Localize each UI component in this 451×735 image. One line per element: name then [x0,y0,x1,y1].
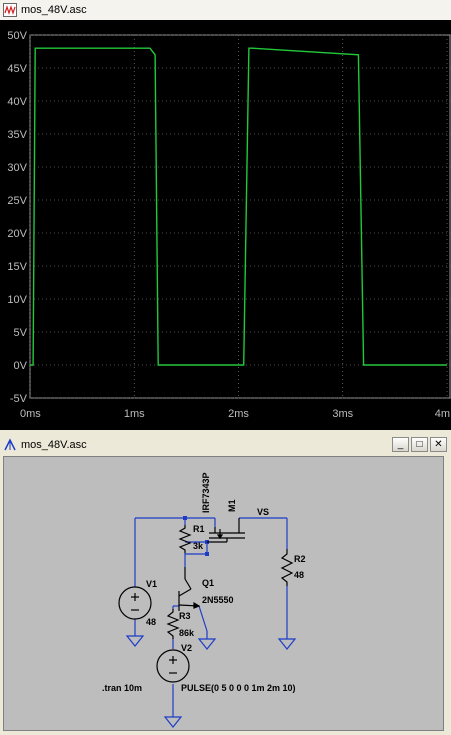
ground-symbol [163,716,183,728]
window-controls: _ □ ✕ [392,437,447,452]
waveform-icon [3,3,17,17]
y-tick-label: -5V [10,393,28,405]
vs-net-label: VS [257,507,269,517]
maximize-icon: □ [416,438,423,450]
q1-name-label: Q1 [202,578,214,588]
v1-name-label: V1 [146,579,157,589]
schematic-drawing[interactable]: IRF7343P M1 VS R1 3k V1 48 Q1 2N5550 R2 … [4,457,443,730]
schematic-window-title: mos_48V.asc [21,439,87,451]
y-tick-label: 45V [7,63,27,75]
y-tick-label: 50V [7,30,27,42]
tran-directive[interactable]: .tran 10m [102,683,142,693]
y-tick-label: 35V [7,129,27,141]
plot-window-title: mos_48V.asc [21,4,87,16]
plot-title-bar[interactable]: mos_48V.asc [0,0,451,21]
close-icon: ✕ [434,438,443,450]
v1-value-label: 48 [146,617,156,627]
r1-name-label: R1 [193,524,205,534]
y-tick-label: 20V [7,228,27,240]
resistor-r3[interactable] [166,609,180,639]
q1-part-label: 2N5550 [202,595,234,605]
y-tick-label: 25V [7,195,27,207]
schematic-window: mos_48V.asc _ □ ✕ IRF7343P M1 VS R1 3k V… [0,430,451,735]
r3-value-label: 86k [179,628,195,638]
maximize-button[interactable]: □ [411,437,428,452]
resistor-r2[interactable] [280,549,294,586]
wire [198,605,208,632]
y-tick-label: 5V [14,327,28,339]
m1-part-label: IRF7343P [201,472,211,513]
mosfet-m1[interactable] [207,518,245,543]
y-tick-label: 15V [7,261,27,273]
transistor-q1[interactable] [178,567,201,611]
waveform-chart[interactable]: 50V 45V 40V 35V 30V 25V 20V 15V 10V 5V 0V -5V 0ms 1ms… [0,20,451,430]
x-tick-label: 0ms [20,408,41,420]
r1-value-label: 3k [193,541,204,551]
ground-symbol [277,638,297,650]
x-tick-label: 1ms [124,408,145,420]
voltage-source-v1[interactable] [118,586,152,620]
waveform-plot-area[interactable]: 50V 45V 40V 35V 30V 25V 20V 15V 10V 5V 0V -5V 0ms 1ms… [0,20,451,430]
ground-symbol [197,638,217,650]
y-tick-label: 30V [7,162,27,174]
r2-value-label: 48 [294,570,304,580]
junction-dot [205,552,209,556]
voltage-source-v2[interactable] [156,649,190,683]
junction-dot [183,516,187,520]
x-tick-label: 4m [435,408,450,420]
v2-value-label: PULSE(0 5 0 0 0 1m 2m 10) [181,683,296,693]
close-button[interactable]: ✕ [430,437,447,452]
schematic-canvas[interactable]: IRF7343P M1 VS R1 3k V1 48 Q1 2N5550 R2 … [3,456,444,731]
schematic-title-bar[interactable]: mos_48V.asc _ □ ✕ [0,434,451,456]
schematic-icon [3,438,17,452]
v2-name-label: V2 [181,643,192,653]
y-tick-label: 10V [7,294,27,306]
y-tick-label: 40V [7,96,27,108]
x-tick-label: 2ms [228,408,249,420]
minimize-button[interactable]: _ [392,437,409,452]
minimize-icon: _ [397,438,404,450]
plot-frame [29,34,451,399]
y-tick-label: 0V [14,360,28,372]
r3-name-label: R3 [179,611,191,621]
m1-name-label: M1 [227,499,237,512]
plot-window: mos_48V.asc 50V 45V 40V 35V 30V 25V 20V 15V 10V 5… [0,0,451,430]
x-tick-label: 3ms [332,408,353,420]
ground-symbol [125,635,145,647]
r2-name-label: R2 [294,554,306,564]
resistor-r1[interactable] [178,525,192,553]
